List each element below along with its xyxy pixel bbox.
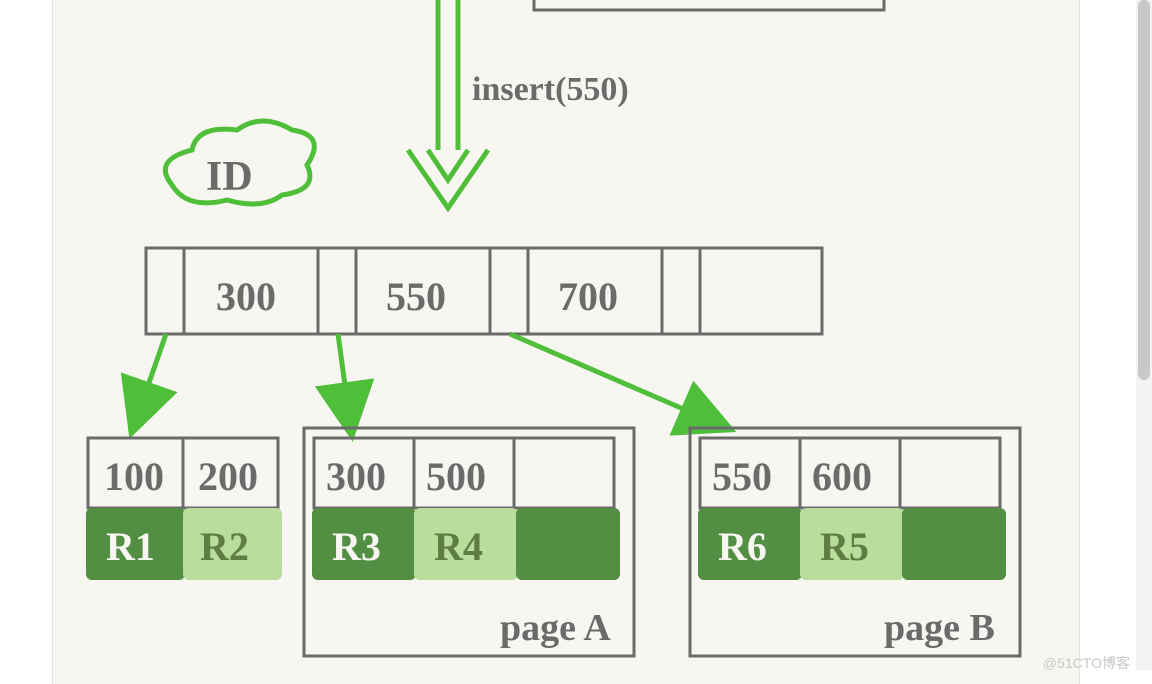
- operation-label: insert(550): [472, 71, 629, 108]
- leaf2-key-0: 300: [326, 454, 386, 499]
- leaf3-row-0: R6: [718, 524, 767, 569]
- index-key-2: 700: [558, 274, 618, 319]
- leaf3-key-0: 550: [712, 454, 772, 499]
- arrow-to-leaf1: [136, 334, 166, 420]
- diagram-svg: insert(550) ID 300 550 700: [0, 0, 1152, 684]
- leaf3-row-1: R5: [820, 524, 869, 569]
- arrow-to-leaf3: [510, 334, 718, 424]
- leaf-3: 550 600 R6 R5 page B: [690, 428, 1020, 656]
- leaf2-row-0: R3: [332, 524, 381, 569]
- leaf2-key-1: 500: [426, 454, 486, 499]
- leaf1-key-0: 100: [104, 454, 164, 499]
- id-cloud-icon: ID: [165, 121, 314, 204]
- leaf2-row-1: R4: [434, 524, 483, 569]
- id-label: ID: [206, 154, 253, 200]
- index-key-1: 550: [386, 274, 446, 319]
- watermark: @51CTO博客: [1043, 655, 1130, 672]
- leaf-1: 100 200 R1 R2: [86, 438, 282, 580]
- leaf1-row-0: R1: [106, 524, 155, 569]
- leaf1-row-1: R2: [200, 524, 249, 569]
- leaf2-page-label: page A: [500, 607, 611, 649]
- leaf-2: 300 500 R3 R4 page A: [304, 428, 634, 656]
- leaf1-key-1: 200: [198, 454, 258, 499]
- index-key-0: 300: [216, 274, 276, 319]
- leaf3-key-1: 600: [812, 454, 872, 499]
- leaf3-page-label: page B: [884, 607, 995, 649]
- top-page-fragment: [534, 0, 884, 10]
- arrow-to-leaf2: [338, 334, 350, 422]
